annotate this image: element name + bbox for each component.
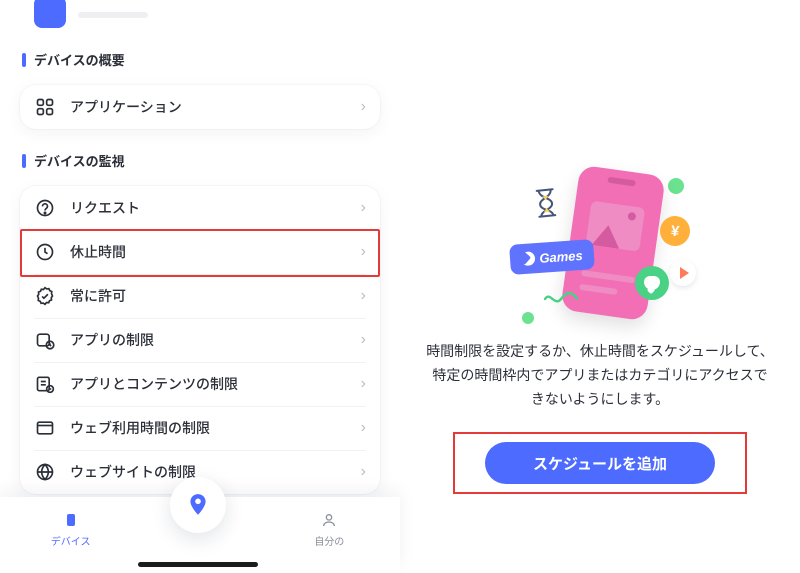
downtime-illustration: Games ¥ [510, 170, 690, 320]
content-limit-icon [34, 373, 56, 395]
menu-label: リクエスト [70, 198, 347, 218]
section-accent-bar [22, 154, 26, 168]
section-title-monitor: デバイスの監視 [0, 143, 400, 178]
menu-always-allow[interactable]: 常に許可 › [20, 274, 380, 318]
app-limit-icon [34, 329, 56, 351]
location-pin-icon [185, 492, 211, 518]
ribbon-decor [544, 290, 578, 308]
dot-decor [668, 178, 684, 194]
currency-badge: ¥ [659, 215, 692, 248]
person-icon [320, 511, 338, 529]
games-chip-text: Games [539, 247, 583, 265]
header-app-label-placeholder [78, 12, 148, 18]
chevron-right-icon: › [361, 243, 366, 261]
menu-label: 常に許可 [70, 286, 347, 306]
menu-app-limit[interactable]: アプリの制限 › [20, 318, 380, 362]
browser-icon [34, 417, 56, 439]
nav-label: 自分の [314, 533, 344, 548]
menu-downtime[interactable]: 休止時間 › [20, 230, 380, 274]
menu-application[interactable]: アプリケーション › [20, 85, 380, 129]
badge-check-icon [34, 285, 56, 307]
chevron-right-icon: › [361, 287, 366, 305]
section-title-overview: デバイスの概要 [0, 42, 400, 77]
nav-label: デバイス [51, 533, 91, 548]
menu-label: 休止時間 [70, 242, 347, 262]
menu-request[interactable]: リクエスト › [20, 186, 380, 230]
chevron-right-icon: › [361, 463, 366, 481]
globe-icon [34, 461, 56, 483]
chevron-right-icon: › [361, 375, 366, 393]
location-fab[interactable] [170, 477, 226, 533]
section-title-text: デバイスの概要 [34, 50, 125, 69]
left-pane: デバイスの概要 アプリケーション › デバイスの監視 [0, 0, 400, 573]
grid-apps-icon [34, 96, 56, 118]
menu-label: アプリとコンテンツの制限 [70, 374, 347, 394]
overview-card: アプリケーション › [20, 85, 380, 129]
menu-label: アプリケーション [70, 97, 347, 117]
request-icon [34, 197, 56, 219]
menu-content-limit[interactable]: アプリとコンテンツの制限 › [20, 362, 380, 406]
app-root: デバイスの概要 アプリケーション › デバイスの監視 [0, 0, 800, 573]
home-indicator [138, 562, 258, 567]
right-pane: Games ¥ 時間制限を設定するか、休止時間をスケジュールして、特定の時間枠内… [400, 0, 800, 573]
header-app-chip [34, 0, 66, 28]
cta-label: スケジュールを追加 [533, 453, 667, 474]
clock-icon [34, 241, 56, 263]
menu-label: ウェブ利用時間の制限 [70, 418, 347, 438]
chevron-right-icon: › [361, 199, 366, 217]
chevron-right-icon: › [361, 98, 366, 116]
section-title-text: デバイスの監視 [34, 151, 125, 170]
dot-decor [522, 312, 534, 324]
nav-mine[interactable]: 自分の [289, 511, 369, 548]
device-icon [62, 511, 80, 529]
chevron-right-icon: › [361, 419, 366, 437]
games-chip: Games [509, 239, 595, 275]
play-badge-icon [670, 260, 696, 286]
highlight-cta: スケジュールを追加 [453, 432, 747, 494]
downtime-description: 時間制限を設定するか、休止時間をスケジュールして、特定の時間枠内でアプリまたはカ… [400, 340, 800, 411]
menu-web-time-limit[interactable]: ウェブ利用時間の制限 › [20, 406, 380, 450]
sections: デバイスの概要 アプリケーション › デバイスの監視 [0, 42, 400, 508]
monitor-card: リクエスト › 休止時間 › 常に許可 › [20, 186, 380, 494]
nav-devices[interactable]: デバイス [31, 511, 111, 548]
add-schedule-button[interactable]: スケジュールを追加 [485, 442, 715, 484]
hourglass-icon [534, 187, 557, 219]
menu-label: アプリの制限 [70, 330, 347, 350]
section-accent-bar [22, 53, 26, 67]
chevron-right-icon: › [361, 331, 366, 349]
chat-badge-icon [635, 266, 669, 300]
